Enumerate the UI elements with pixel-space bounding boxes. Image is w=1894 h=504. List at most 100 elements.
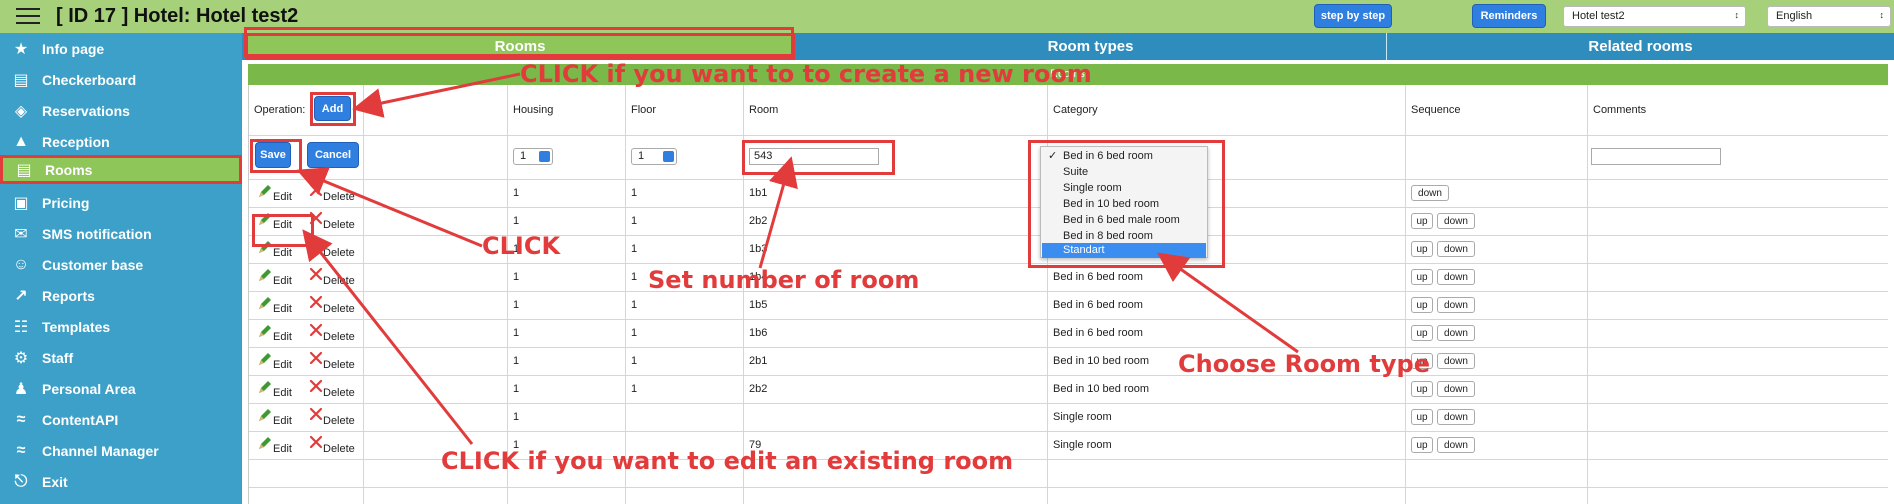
- tab-room-types[interactable]: Room types: [795, 33, 1387, 60]
- row-category: Single room: [1053, 439, 1112, 451]
- delete-icon[interactable]: [309, 435, 323, 449]
- customer-icon: ☺: [12, 255, 30, 273]
- pencil-icon[interactable]: [257, 183, 273, 199]
- row-category: Bed in 10 bed room: [1053, 383, 1150, 395]
- star-icon: ★: [13, 40, 29, 58]
- hotel-select-value: Hotel test2: [1572, 10, 1625, 22]
- sequence-up-button[interactable]: up: [1411, 325, 1433, 341]
- sidebar-item-reservations[interactable]: ◈ Reservations: [0, 95, 242, 126]
- pencil-icon[interactable]: [257, 407, 273, 423]
- pencil-icon[interactable]: [257, 379, 273, 395]
- stepper-arrows-icon: [663, 151, 674, 162]
- sidebar-item-label: Templates: [42, 318, 111, 335]
- delete-link[interactable]: Delete: [323, 415, 355, 427]
- sequence-down-button[interactable]: down: [1437, 353, 1475, 369]
- edit-link[interactable]: Edit: [273, 247, 292, 259]
- sidebar-item-staff[interactable]: ⚙ Staff: [0, 342, 242, 373]
- pencil-icon[interactable]: [257, 435, 273, 451]
- sequence-down-button[interactable]: down: [1437, 409, 1475, 425]
- sidebar-item-templates[interactable]: ☷ Templates: [0, 311, 242, 342]
- delete-icon[interactable]: [309, 267, 323, 281]
- housing-stepper[interactable]: 1: [513, 148, 553, 165]
- sidebar-item-label: Pricing: [42, 194, 90, 211]
- annotation-box-add: [310, 92, 356, 126]
- delete-link[interactable]: Delete: [323, 443, 355, 455]
- delete-icon[interactable]: [309, 379, 323, 393]
- delete-link[interactable]: Delete: [323, 303, 355, 315]
- pencil-icon[interactable]: [257, 267, 273, 283]
- reminders-button[interactable]: Reminders: [1472, 4, 1546, 28]
- delete-link[interactable]: Delete: [323, 275, 355, 287]
- edit-link[interactable]: Edit: [273, 443, 292, 455]
- sequence-down-button[interactable]: down: [1437, 437, 1475, 453]
- edit-link[interactable]: Edit: [273, 359, 292, 371]
- pencil-icon[interactable]: [257, 351, 273, 367]
- sidebar-item-exit[interactable]: ⎋ Exit: [0, 466, 242, 497]
- sequence-down-button[interactable]: down: [1437, 241, 1475, 257]
- sequence-up-button[interactable]: up: [1411, 381, 1433, 397]
- annotation-box-edit: [252, 214, 314, 247]
- sidebar-item-reports[interactable]: ↗ Reports: [0, 280, 242, 311]
- sequence-up-button[interactable]: up: [1411, 213, 1433, 229]
- annotation-box-category: [1028, 140, 1225, 268]
- reception-icon: ▲: [13, 132, 29, 150]
- exit-icon: ⎋: [14, 472, 28, 490]
- step-by-step-button[interactable]: step by step: [1314, 4, 1392, 28]
- sequence-up-button[interactable]: up: [1411, 297, 1433, 313]
- delete-link[interactable]: Delete: [323, 219, 355, 231]
- delete-link[interactable]: Delete: [323, 191, 355, 203]
- menu-icon[interactable]: [16, 8, 40, 26]
- row-floor: 1: [631, 243, 638, 255]
- sidebar-item-pricing[interactable]: ▣ Pricing: [0, 187, 242, 218]
- sidebar-item-rooms[interactable]: ▤ Rooms: [0, 155, 242, 184]
- comments-input[interactable]: [1591, 148, 1721, 165]
- sidebar-item-contentapi[interactable]: ≈ ContentAPI: [0, 404, 242, 435]
- delete-link[interactable]: Delete: [323, 247, 355, 259]
- row-housing: 1: [513, 215, 520, 227]
- pencil-icon[interactable]: [257, 295, 273, 311]
- sequence-up-button[interactable]: up: [1411, 437, 1433, 453]
- sidebar: ★ Info page ▤ Checkerboard ◈ Reservations ▲…: [0, 33, 242, 504]
- sidebar-item-info-page[interactable]: ★ Info page: [0, 33, 242, 64]
- floor-stepper[interactable]: 1: [631, 148, 677, 165]
- sequence-down-button[interactable]: down: [1437, 297, 1475, 313]
- header-comments: Comments: [1593, 104, 1647, 116]
- sidebar-item-customer-base[interactable]: ☺ Customer base: [0, 249, 242, 280]
- pencil-icon[interactable]: [257, 323, 273, 339]
- delete-icon[interactable]: [309, 407, 323, 421]
- edit-link[interactable]: Edit: [273, 415, 292, 427]
- delete-icon[interactable]: [309, 351, 323, 365]
- edit-link[interactable]: Edit: [273, 387, 292, 399]
- delete-icon[interactable]: [309, 183, 323, 197]
- edit-link[interactable]: Edit: [273, 275, 292, 287]
- sidebar-item-label: Personal Area: [42, 380, 136, 397]
- delete-link[interactable]: Delete: [323, 331, 355, 343]
- tab-related-rooms[interactable]: Related rooms: [1387, 33, 1894, 60]
- sequence-down-button[interactable]: down: [1437, 325, 1475, 341]
- sidebar-item-checkerboard[interactable]: ▤ Checkerboard: [0, 64, 242, 95]
- sidebar-item-personal-area[interactable]: ♟ Personal Area: [0, 373, 242, 404]
- edit-link[interactable]: Edit: [273, 191, 292, 203]
- edit-link[interactable]: Edit: [273, 331, 292, 343]
- sequence-up-button[interactable]: up: [1411, 269, 1433, 285]
- hotel-select[interactable]: Hotel test2 ↕: [1563, 6, 1746, 27]
- sidebar-item-channel-manager[interactable]: ≈ Channel Manager: [0, 435, 242, 466]
- row-floor: 1: [631, 187, 638, 199]
- sequence-up-button[interactable]: up: [1411, 241, 1433, 257]
- delete-link[interactable]: Delete: [323, 387, 355, 399]
- sequence-down-button[interactable]: down: [1411, 185, 1449, 201]
- sidebar-item-reception[interactable]: ▲ Reception: [0, 126, 242, 157]
- cancel-button[interactable]: Cancel: [307, 142, 359, 168]
- wallet-icon: ▣: [13, 194, 29, 212]
- sequence-down-button[interactable]: down: [1437, 213, 1475, 229]
- delete-icon[interactable]: [309, 295, 323, 309]
- delete-icon[interactable]: [309, 323, 323, 337]
- sequence-down-button[interactable]: down: [1437, 381, 1475, 397]
- header-sequence: Sequence: [1411, 104, 1461, 116]
- sequence-up-button[interactable]: up: [1411, 409, 1433, 425]
- delete-link[interactable]: Delete: [323, 359, 355, 371]
- language-select[interactable]: English ↕: [1767, 6, 1891, 27]
- sequence-down-button[interactable]: down: [1437, 269, 1475, 285]
- sidebar-item-sms-notification[interactable]: ✉ SMS notification: [0, 218, 242, 249]
- edit-link[interactable]: Edit: [273, 303, 292, 315]
